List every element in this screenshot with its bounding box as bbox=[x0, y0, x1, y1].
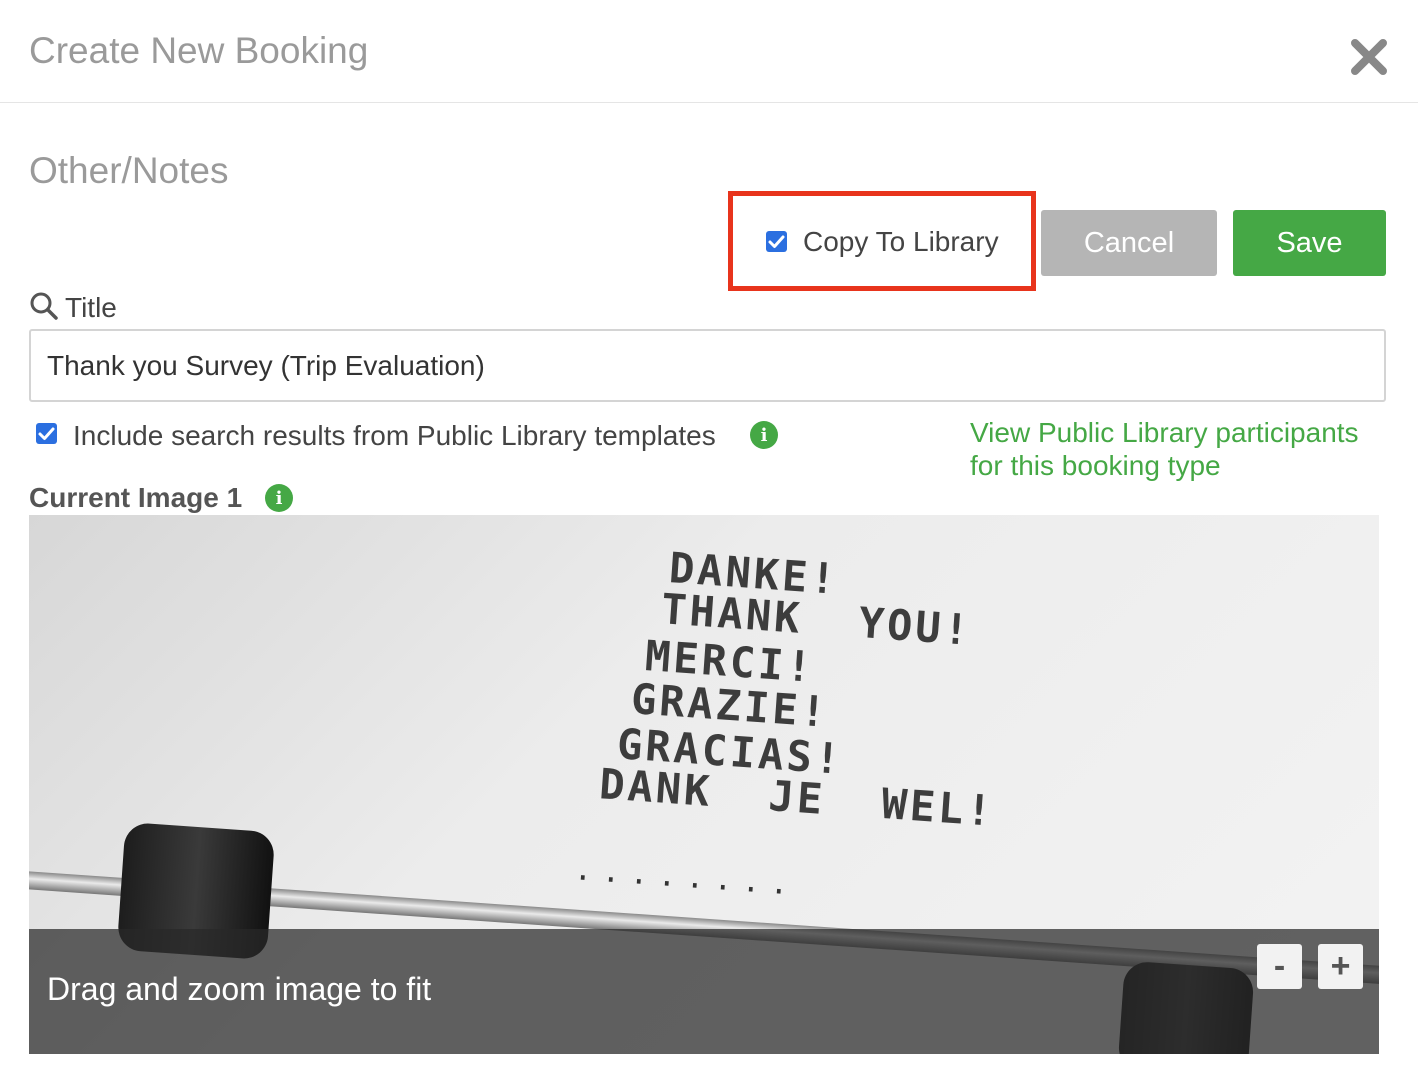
checkmark-icon bbox=[38, 427, 55, 440]
copy-to-library-label[interactable]: Copy To Library bbox=[803, 226, 999, 258]
modal-title: Create New Booking bbox=[29, 30, 369, 71]
zoom-in-button[interactable]: + bbox=[1318, 944, 1363, 989]
view-public-library-link[interactable]: View Public Library participants for thi… bbox=[970, 416, 1390, 482]
modal-header: Create New Booking bbox=[0, 0, 1418, 103]
image-crop-area[interactable]: DANKE! THANK YOU! MERCI! GRAZIE! GRACIAS… bbox=[29, 515, 1379, 1054]
info-icon[interactable]: i bbox=[750, 421, 778, 449]
include-public-label[interactable]: Include search results from Public Libra… bbox=[73, 420, 716, 452]
typed-dots: ........ bbox=[573, 852, 800, 903]
current-image-label: Current Image 1 bbox=[29, 482, 243, 513]
link-line-1[interactable]: View Public Library participants bbox=[970, 416, 1390, 449]
link-line-2[interactable]: for this booking type bbox=[970, 449, 1390, 482]
image-overlay-bar: Drag and zoom image to fit - + bbox=[29, 929, 1379, 1054]
section-title: Other/Notes bbox=[29, 150, 229, 191]
include-public-checkbox[interactable] bbox=[36, 423, 57, 444]
save-button[interactable]: Save bbox=[1233, 210, 1386, 276]
info-icon[interactable]: i bbox=[265, 484, 293, 512]
cancel-button[interactable]: Cancel bbox=[1041, 210, 1217, 276]
drag-zoom-hint: Drag and zoom image to fit bbox=[47, 971, 432, 1007]
copy-to-library-checkbox[interactable] bbox=[766, 231, 787, 252]
close-icon[interactable] bbox=[1348, 36, 1390, 78]
search-icon bbox=[29, 291, 59, 321]
title-label: Title bbox=[65, 292, 117, 323]
title-input[interactable] bbox=[29, 329, 1386, 402]
zoom-out-button[interactable]: - bbox=[1257, 944, 1302, 989]
checkmark-icon bbox=[768, 235, 785, 248]
